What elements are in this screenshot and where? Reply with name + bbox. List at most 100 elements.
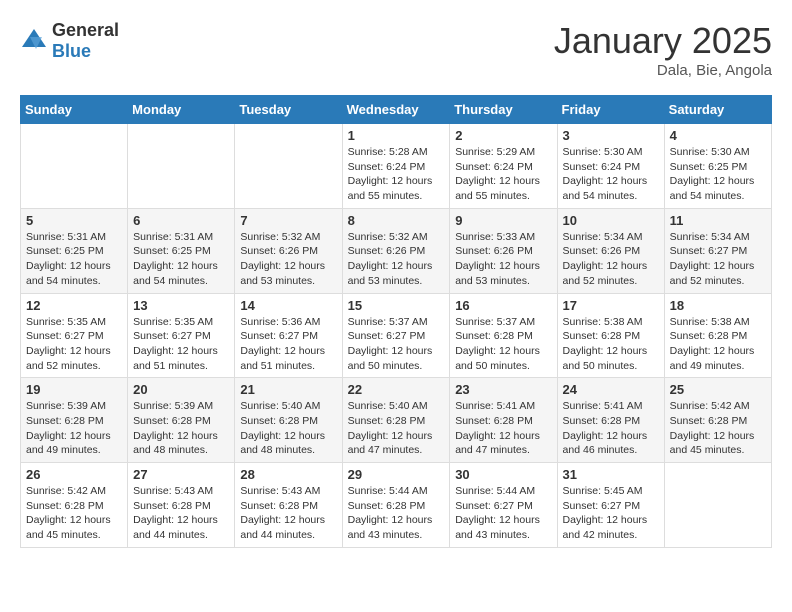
day-number: 17 [563,298,659,313]
day-info: Sunrise: 5:43 AM Sunset: 6:28 PM Dayligh… [240,484,336,543]
day-info: Sunrise: 5:43 AM Sunset: 6:28 PM Dayligh… [133,484,229,543]
day-cell-7: 7 Sunrise: 5:32 AM Sunset: 6:26 PM Daylig… [235,208,342,293]
day-cell-19: 19Sunrise: 5:39 AM Sunset: 6:28 PM Dayli… [21,378,128,463]
day-cell-3: 3 Sunrise: 5:30 AM Sunset: 6:24 PM Daylig… [557,124,664,209]
day-number: 7 [240,213,336,228]
day-cell-4: 4 Sunrise: 5:30 AM Sunset: 6:25 PM Daylig… [664,124,771,209]
day-number: 28 [240,467,336,482]
logo-text-general: General [52,20,119,40]
day-number: 23 [455,382,551,397]
day-info: Sunrise: 5:45 AM Sunset: 6:27 PM Dayligh… [563,484,659,543]
day-info: Sunrise: 5:33 AM Sunset: 6:26 PM Dayligh… [455,230,551,289]
weekday-header-saturday: Saturday [664,96,771,124]
day-info: Sunrise: 5:36 AM Sunset: 6:27 PM Dayligh… [240,315,336,374]
day-info: Sunrise: 5:37 AM Sunset: 6:27 PM Dayligh… [348,315,445,374]
day-number: 10 [563,213,659,228]
day-cell-26: 26 Sunrise: 5:42 AM Sunset: 6:28 PM Dayli… [21,463,128,548]
day-info: Sunrise: 5:32 AM Sunset: 6:26 PM Dayligh… [240,230,336,289]
day-cell-22: 22 Sunrise: 5:40 AM Sunset: 6:28 PM Dayli… [342,378,450,463]
day-number: 8 [348,213,445,228]
location-title: Dala, Bie, Angola [554,62,772,79]
day-info: Sunrise: 5:34 AM Sunset: 6:26 PM Dayligh… [563,230,659,289]
day-info: Sunrise: 5:39 AM Sunset: 6:28 PM Dayligh… [133,399,229,458]
week-row-4: 19 Sunrise: 5:39 AM Sunset: 6:28 PM Dayli… [21,378,772,463]
day-cell-23: 23 Sunrise: 5:41 AM Sunset: 6:28 PM Dayli… [450,378,557,463]
day-number: 31 [563,467,659,482]
day-info: Sunrise: 5:44 AM Sunset: 6:28 PM Dayligh… [348,484,445,543]
day-number: 3 [563,128,659,143]
day-number: 9 [455,213,551,228]
day-cell-21: 21 Sunrise: 5:40 AM Sunset: 6:28 PM Dayli… [235,378,342,463]
day-number: 30 [455,467,551,482]
day-number: 11 [670,213,766,228]
weekday-header-tuesday: Tuesday [235,96,342,124]
day-cell-31: 31 Sunrise: 5:45 AM Sunset: 6:27 PM Dayli… [557,463,664,548]
weekday-header-monday: Monday [128,96,235,124]
day-number: 25 [670,382,766,397]
day-cell-27: 27 Sunrise: 5:43 AM Sunset: 6:28 PM Dayli… [128,463,235,548]
day-cell-6: 6Sunrise: 5:31 AM Sunset: 6:25 PM Daylig… [128,208,235,293]
logo-icon [20,27,48,55]
day-cell-9: 9 Sunrise: 5:33 AM Sunset: 6:26 PM Daylig… [450,208,557,293]
day-info: Sunrise: 5:40 AM Sunset: 6:28 PM Dayligh… [348,399,445,458]
day-cell-8: 8 Sunrise: 5:32 AM Sunset: 6:26 PM Daylig… [342,208,450,293]
day-number: 18 [670,298,766,313]
day-cell-13: 13 Sunrise: 5:35 AM Sunset: 6:27 PM Dayli… [128,293,235,378]
day-number: 13 [133,298,229,313]
day-cell-14: 14 Sunrise: 5:36 AM Sunset: 6:27 PM Dayli… [235,293,342,378]
day-info: Sunrise: 5:41 AM Sunset: 6:28 PM Dayligh… [563,399,659,458]
day-info: Sunrise: 5:40 AM Sunset: 6:28 PM Dayligh… [240,399,336,458]
day-info: Sunrise: 5:30 AM Sunset: 6:24 PM Dayligh… [563,145,659,204]
empty-cell [235,124,342,209]
day-cell-20: 20Sunrise: 5:39 AM Sunset: 6:28 PM Dayli… [128,378,235,463]
day-info: Sunrise: 5:37 AM Sunset: 6:28 PM Dayligh… [455,315,551,374]
day-cell-24: 24 Sunrise: 5:41 AM Sunset: 6:28 PM Dayli… [557,378,664,463]
logo-text-blue: Blue [52,41,91,61]
day-info: Sunrise: 5:38 AM Sunset: 6:28 PM Dayligh… [563,315,659,374]
day-number: 22 [348,382,445,397]
day-cell-17: 17 Sunrise: 5:38 AM Sunset: 6:28 PM Dayli… [557,293,664,378]
day-info: Sunrise: 5:42 AM Sunset: 6:28 PM Dayligh… [26,484,122,543]
day-cell-28: 28 Sunrise: 5:43 AM Sunset: 6:28 PM Dayli… [235,463,342,548]
day-info: Sunrise: 5:31 AM Sunset: 6:25 PM Dayligh… [133,230,229,289]
day-cell-25: 25 Sunrise: 5:42 AM Sunset: 6:28 PM Dayli… [664,378,771,463]
day-number: 24 [563,382,659,397]
month-title: January 2025 [554,20,772,62]
day-info: Sunrise: 5:35 AM Sunset: 6:27 PM Dayligh… [26,315,122,374]
weekday-header-sunday: Sunday [21,96,128,124]
day-info: Sunrise: 5:32 AM Sunset: 6:26 PM Dayligh… [348,230,445,289]
day-cell-2: 2Sunrise: 5:29 AM Sunset: 6:24 PM Daylig… [450,124,557,209]
day-cell-10: 10 Sunrise: 5:34 AM Sunset: 6:26 PM Dayli… [557,208,664,293]
weekday-header-row: SundayMondayTuesdayWednesdayThursdayFrid… [21,96,772,124]
day-number: 27 [133,467,229,482]
day-cell-12: 12 Sunrise: 5:35 AM Sunset: 6:27 PM Dayli… [21,293,128,378]
day-info: Sunrise: 5:38 AM Sunset: 6:28 PM Dayligh… [670,315,766,374]
day-info: Sunrise: 5:35 AM Sunset: 6:27 PM Dayligh… [133,315,229,374]
day-number: 2 [455,128,551,143]
day-info: Sunrise: 5:28 AM Sunset: 6:24 PM Dayligh… [348,145,445,204]
day-number: 12 [26,298,122,313]
day-number: 15 [348,298,445,313]
day-number: 4 [670,128,766,143]
day-number: 21 [240,382,336,397]
weekday-header-friday: Friday [557,96,664,124]
day-number: 26 [26,467,122,482]
day-cell-29: 29 Sunrise: 5:44 AM Sunset: 6:28 PM Dayli… [342,463,450,548]
day-cell-5: 5Sunrise: 5:31 AM Sunset: 6:25 PM Daylig… [21,208,128,293]
empty-cell [21,124,128,209]
day-info: Sunrise: 5:30 AM Sunset: 6:25 PM Dayligh… [670,145,766,204]
weekday-header-wednesday: Wednesday [342,96,450,124]
day-number: 29 [348,467,445,482]
logo: General Blue [20,20,119,62]
empty-cell [664,463,771,548]
week-row-5: 26 Sunrise: 5:42 AM Sunset: 6:28 PM Dayli… [21,463,772,548]
week-row-3: 12 Sunrise: 5:35 AM Sunset: 6:27 PM Dayli… [21,293,772,378]
day-number: 1 [348,128,445,143]
day-cell-11: 11Sunrise: 5:34 AM Sunset: 6:27 PM Dayli… [664,208,771,293]
day-number: 19 [26,382,122,397]
day-cell-30: 30Sunrise: 5:44 AM Sunset: 6:27 PM Dayli… [450,463,557,548]
calendar-table: SundayMondayTuesdayWednesdayThursdayFrid… [20,95,772,548]
day-info: Sunrise: 5:41 AM Sunset: 6:28 PM Dayligh… [455,399,551,458]
day-info: Sunrise: 5:42 AM Sunset: 6:28 PM Dayligh… [670,399,766,458]
day-number: 14 [240,298,336,313]
